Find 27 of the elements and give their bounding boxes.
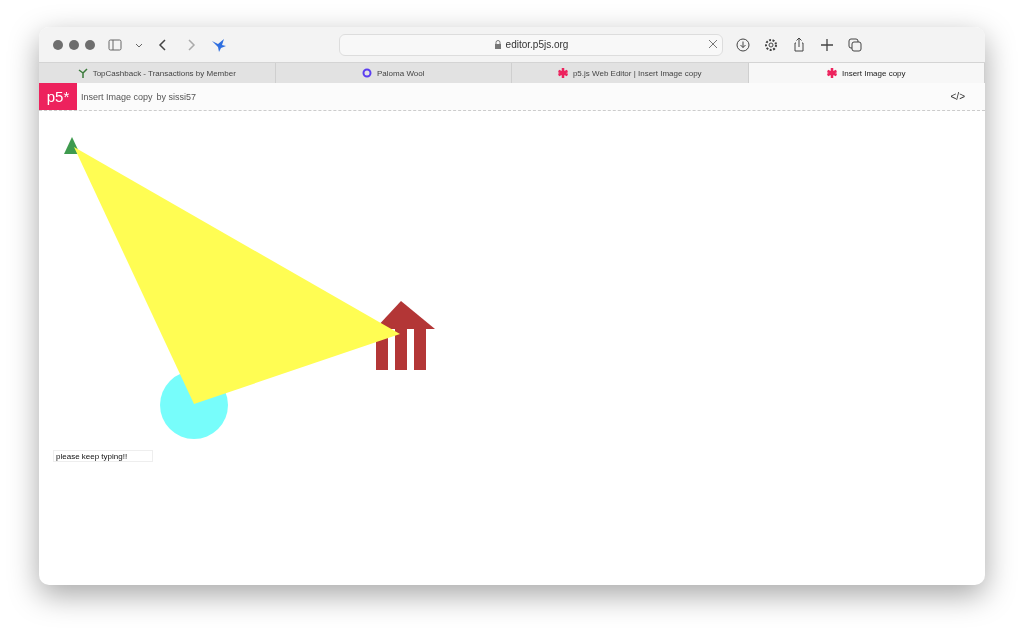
- bird-icon[interactable]: [211, 36, 227, 53]
- p5-logo[interactable]: p5*: [39, 83, 77, 110]
- window-controls-icon[interactable]: [53, 39, 95, 50]
- share-icon[interactable]: [791, 36, 807, 53]
- url-text: editor.p5js.org: [505, 39, 569, 50]
- browser-tab[interactable]: Insert Image copy: [748, 63, 985, 83]
- sketch-title: Insert Image copy: [81, 91, 153, 102]
- building-drawing: [375, 301, 435, 370]
- asterisk-icon: [826, 68, 837, 78]
- tab-title: TopCashback - Transactions by Member: [92, 68, 236, 78]
- address-bar[interactable]: editor.p5js.org: [339, 33, 723, 56]
- sidebar-icon[interactable]: [107, 36, 123, 53]
- tabs-overview-icon[interactable]: [847, 36, 863, 53]
- sprout-icon: [77, 68, 88, 78]
- sketch-author: by sissi57: [156, 91, 197, 102]
- tab-title: Paloma Wool: [377, 68, 425, 78]
- settings-icon[interactable]: [763, 36, 779, 53]
- lock-icon: [493, 40, 502, 49]
- tab-title: p5.js Web Editor | Insert Image copy: [572, 68, 702, 78]
- download-icon[interactable]: [735, 36, 751, 53]
- asterisk-icon: [557, 68, 568, 78]
- close-icon[interactable]: [708, 38, 718, 49]
- tab-title: Insert Image copy: [841, 68, 906, 78]
- code-toggle-button[interactable]: </>: [944, 90, 971, 103]
- plus-icon[interactable]: [819, 36, 835, 53]
- text-input-field[interactable]: please keep typing!!: [53, 450, 153, 462]
- ring-icon: [362, 68, 373, 78]
